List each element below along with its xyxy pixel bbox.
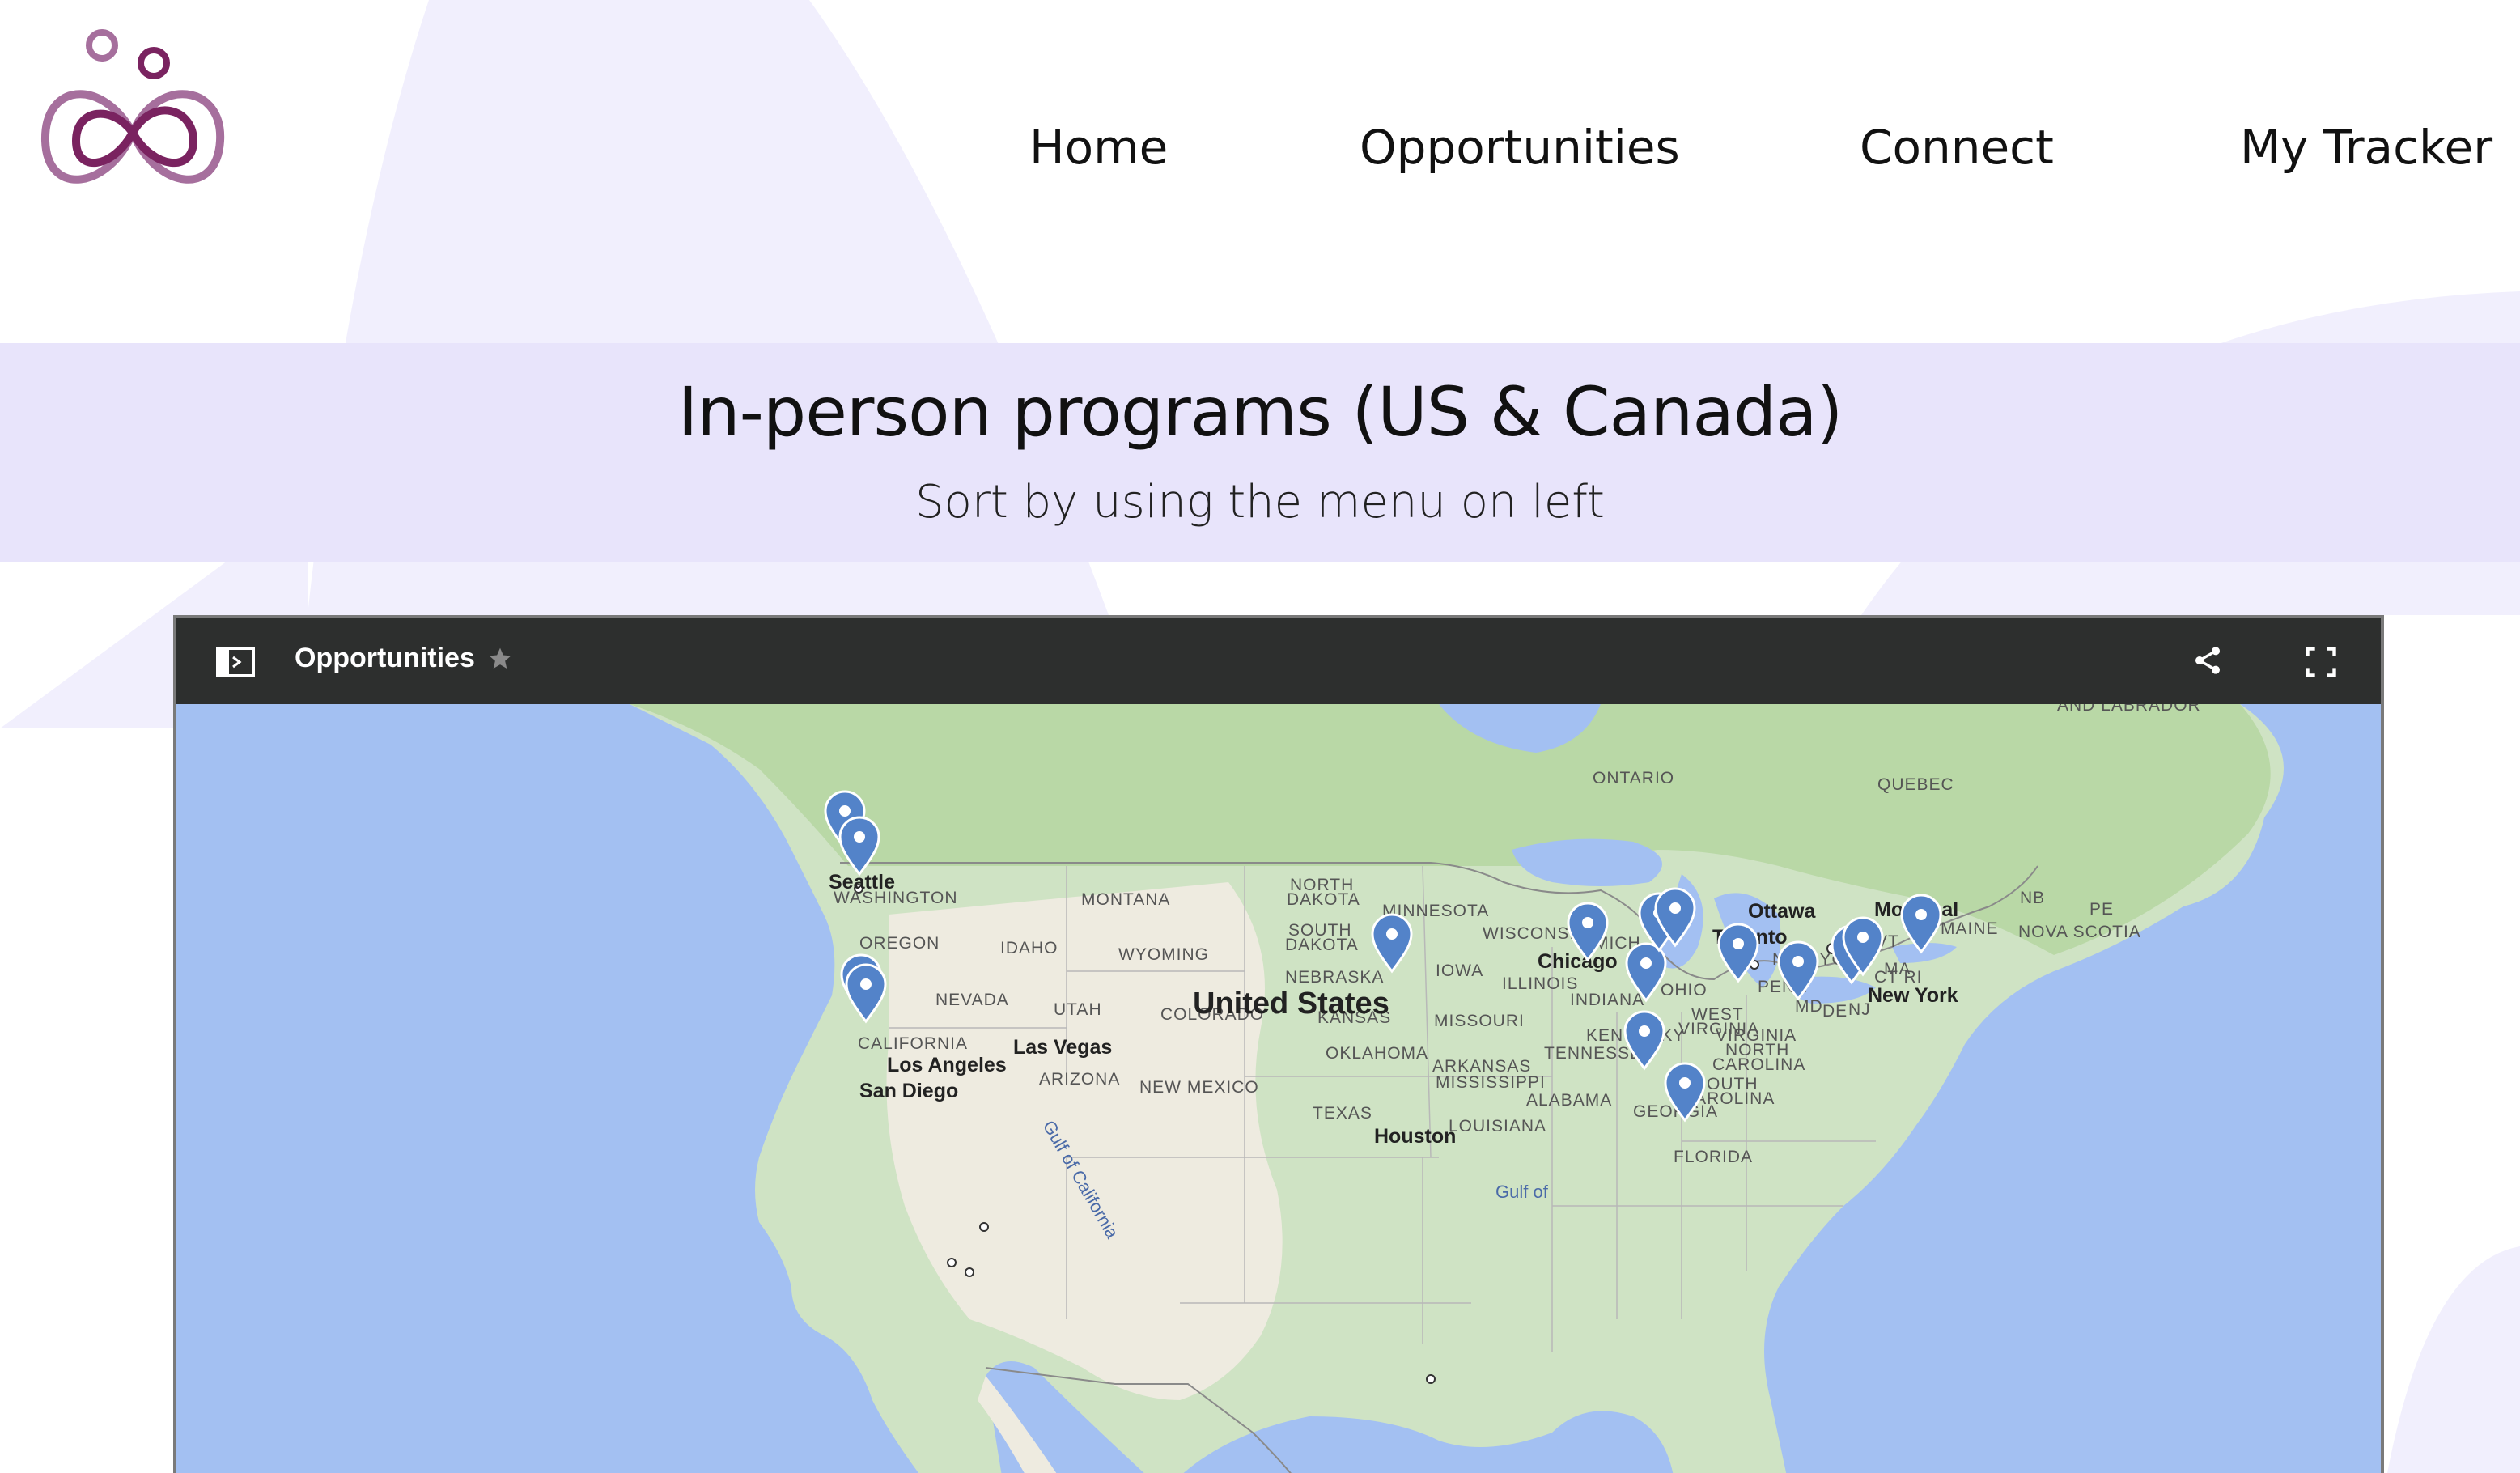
map-label: CALIFORNIA (858, 1034, 968, 1053)
location-pin-dot (1582, 917, 1593, 928)
map-label: OREGON (859, 934, 940, 953)
sidebar-toggle-icon[interactable] (215, 646, 256, 678)
fullscreen-icon[interactable] (2303, 644, 2339, 680)
nav-opportunities[interactable]: Opportunities (1360, 120, 1680, 175)
map-label: PE (2089, 900, 2114, 919)
nav-connect[interactable]: Connect (1860, 120, 2054, 175)
map-label: MAINE (1941, 919, 1999, 938)
map-label: WYOMING (1118, 945, 1209, 964)
map-label: TEXAS (1313, 1104, 1372, 1123)
page-title: In-person programs (US & Canada) (677, 372, 1843, 452)
location-pin-dot (1639, 1025, 1650, 1037)
map-label: MISSOURI (1434, 1012, 1525, 1030)
map-label: MONTANA (1081, 890, 1170, 909)
location-pin-dot (1733, 938, 1744, 949)
map-label: DE (1822, 1002, 1848, 1021)
map-label: NB (2020, 889, 2045, 907)
city-label-ottawa: Ottawa (1748, 900, 1816, 923)
map-label: DAKOTA (1287, 890, 1360, 909)
city-label-las-vegas: Las Vegas (1013, 1036, 1112, 1059)
map-title: Opportunities (295, 643, 475, 673)
location-pin-dot (1915, 909, 1927, 920)
location-pin-dot (1386, 928, 1398, 940)
location-pin-dot (854, 831, 865, 843)
nav-home[interactable]: Home (1029, 120, 1168, 175)
city-label-chicago: Chicago (1538, 950, 1618, 973)
nav-my-tracker[interactable]: My Tracker (2240, 120, 2492, 175)
embedded-map[interactable]: Opportunities AND LABRADOR ONTARIO QUEBE… (173, 615, 2384, 1473)
map-label: OKLAHOMA (1326, 1044, 1428, 1063)
map-label: AND LABRADOR (2057, 704, 2201, 715)
page-subtitle: Sort by using the menu on left (915, 476, 1605, 528)
map-label: INDIANA (1570, 991, 1644, 1009)
map-label: MISSISSIPPI (1436, 1073, 1546, 1092)
map-canvas[interactable]: AND LABRADOR ONTARIO QUEBEC WASHINGTON M… (176, 704, 2381, 1473)
map-label: IOWA (1436, 961, 1483, 980)
map-label: NOVA SCOTIA (2018, 923, 2141, 941)
city-label-los-angeles: Los Angeles (887, 1054, 1007, 1076)
map-label: ONTARIO (1593, 769, 1674, 787)
map-label: ALABAMA (1526, 1091, 1612, 1110)
location-pin-dot (1857, 932, 1869, 943)
page-banner: In-person programs (US & Canada) Sort by… (0, 343, 2520, 562)
map-label: NEW MEXICO (1139, 1078, 1259, 1097)
map-label: MD (1795, 997, 1823, 1016)
city-label-houston: Houston (1374, 1125, 1456, 1148)
location-pin-dot (1792, 956, 1804, 967)
map-label: QUEBEC (1877, 775, 1954, 794)
location-pin-dot (860, 978, 872, 990)
star-icon[interactable] (487, 646, 513, 672)
site-header: Home Opportunities Connect My Tracker (0, 0, 2520, 343)
map-label: NEVADA (935, 991, 1009, 1009)
map-label: UTAH (1054, 1000, 1102, 1019)
map-label: FLORIDA (1674, 1148, 1753, 1166)
location-pin-dot (1669, 902, 1681, 914)
butterfly-infinity-logo[interactable] (36, 28, 230, 206)
map-label: ILLINOIS (1502, 974, 1578, 993)
location-pin-dot (1640, 957, 1652, 969)
city-label-san-diego: San Diego (859, 1080, 958, 1102)
map-label: DAKOTA (1285, 936, 1359, 954)
map-label: LOUISIANA (1449, 1117, 1546, 1136)
location-pin-dot (839, 805, 851, 817)
map-label: OHIO (1661, 981, 1708, 1000)
map-label: IDAHO (1000, 939, 1058, 957)
country-label-united-states: United States (1193, 987, 1389, 1021)
city-label-seattle: Seattle (829, 871, 895, 894)
map-toolbar: Opportunities (176, 618, 2381, 704)
water-label-gulf-of-mexico: Gulf of (1495, 1182, 1549, 1202)
map-label: ARIZONA (1039, 1070, 1120, 1089)
map-label: NEBRASKA (1285, 968, 1384, 987)
city-label-new-york: New York (1868, 984, 1958, 1007)
share-icon[interactable] (2191, 644, 2224, 677)
location-pin-dot (1679, 1077, 1691, 1089)
map-label: CAROLINA (1712, 1055, 1805, 1074)
